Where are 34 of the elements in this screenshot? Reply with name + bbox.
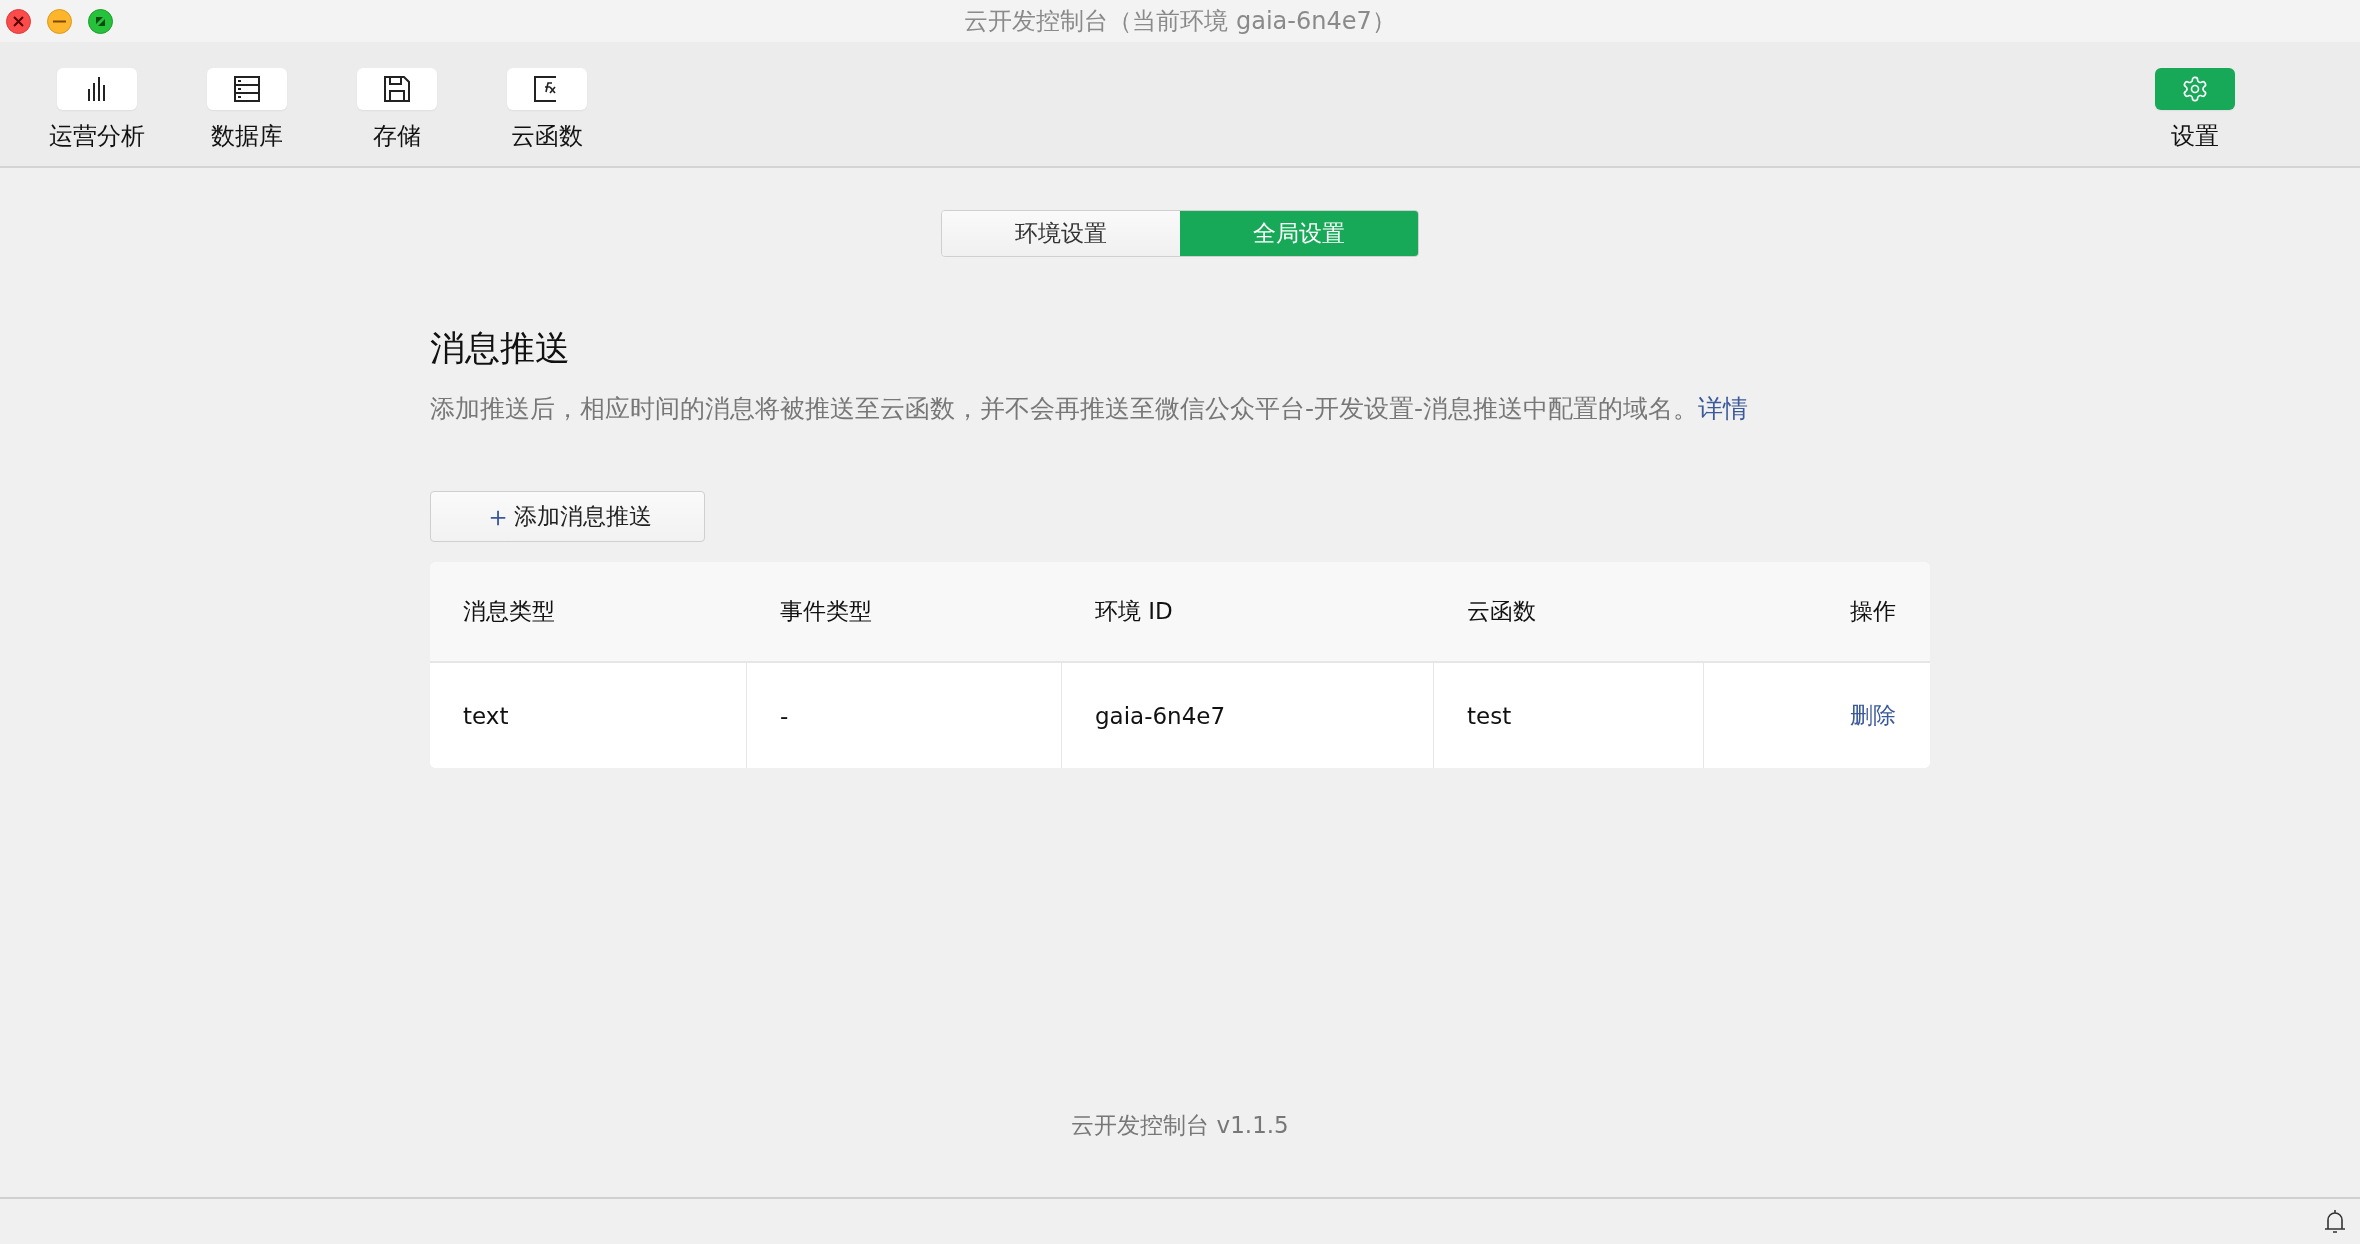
settings-icon	[2181, 75, 2209, 103]
column-header: 消息类型	[462, 597, 556, 626]
section-title: 消息推送	[430, 327, 570, 370]
add-push-button[interactable]: ＋添加消息推送	[430, 491, 705, 542]
toolbar-button[interactable]: 运营分析	[22, 68, 172, 152]
section-description: 添加推送后，相应时间的消息将被推送至云函数，并不会再推送至微信公众平台-开发设置-消息推送中配置的域名。详情	[430, 393, 1749, 425]
close-icon[interactable]	[6, 8, 31, 34]
bar-chart-icon	[86, 77, 108, 101]
toolbar-button[interactable]: 存储	[322, 68, 472, 152]
server-icon	[234, 76, 260, 102]
column-header: 事件类型	[779, 597, 873, 626]
toolbar-label: 存储	[373, 121, 421, 152]
toolbar-label: 云函数	[511, 121, 583, 152]
toolbar-button[interactable]: 云函数	[472, 68, 622, 152]
minimize-icon[interactable]	[47, 8, 72, 34]
toolbar-label: 运营分析	[49, 121, 145, 152]
toolbar-button[interactable]: 数据库	[172, 68, 322, 152]
bell-icon[interactable]	[2324, 1208, 2346, 1235]
table-cell: test	[1434, 663, 1704, 768]
column-header: 操作	[1849, 597, 1897, 626]
details-link[interactable]: 详情	[1698, 394, 1749, 423]
table-cell: -	[747, 663, 1062, 768]
table-cell: text	[430, 663, 747, 768]
toolbar-button[interactable]: 设置	[2120, 68, 2270, 152]
window-title: 云开发控制台（当前环境 gaia-6n4e7）	[964, 6, 1396, 37]
delete-link[interactable]: 删除	[1850, 700, 1896, 731]
column-header: 环境 ID	[1094, 597, 1174, 626]
column-header: 云函数	[1466, 597, 1537, 626]
tab[interactable]: 环境设置	[942, 211, 1180, 256]
fullscreen-icon[interactable]	[88, 8, 113, 34]
toolbar-label: 数据库	[211, 121, 283, 152]
table-cell: gaia-6n4e7	[1062, 663, 1434, 768]
toolbar-label: 设置	[2171, 121, 2219, 152]
version-text: 云开发控制台 v1.1.5	[1071, 1111, 1289, 1140]
